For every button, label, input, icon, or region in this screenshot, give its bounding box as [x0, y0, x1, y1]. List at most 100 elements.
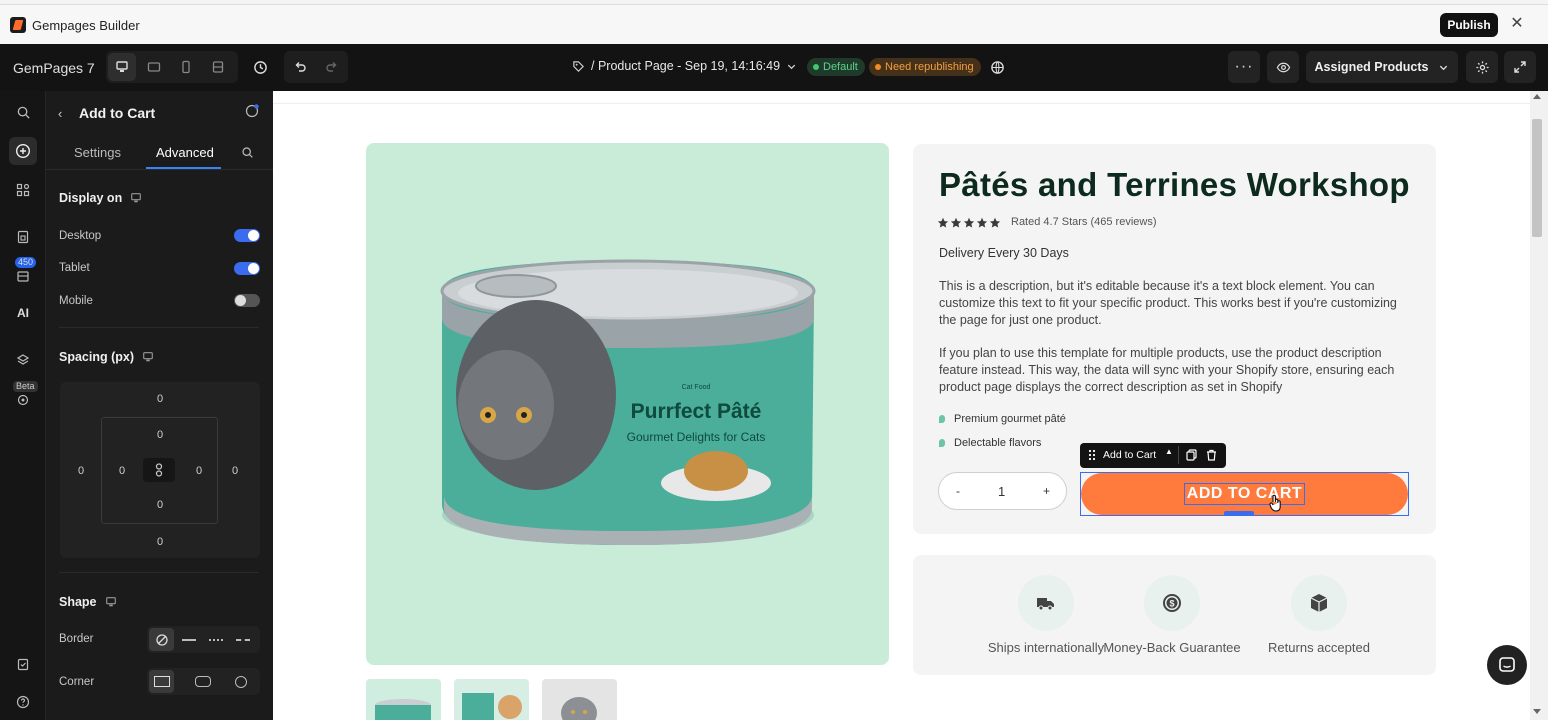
close-window-icon[interactable]: ✕ — [1509, 16, 1525, 32]
quantity-increase-button[interactable]: + — [1043, 484, 1050, 498]
product-title[interactable]: Pâtés and Terrines Workshop — [939, 166, 1410, 204]
tab-settings[interactable]: Settings — [74, 145, 121, 160]
delivery-text: Delivery Every 30 Days — [939, 246, 1069, 260]
help-circle-icon[interactable] — [245, 104, 259, 118]
app-title: Gempages Builder — [32, 18, 140, 33]
ellipsis-icon: ··· — [1234, 58, 1254, 75]
chevron-down-icon — [787, 64, 796, 69]
duplicate-icon[interactable] — [1186, 449, 1197, 461]
corner-style-selector — [147, 668, 260, 695]
tab-advanced[interactable]: Advanced — [156, 145, 214, 160]
preview-button[interactable] — [1267, 51, 1299, 83]
cat-food-can-image: Purrfect Pâté Gourmet Delights for Cats … — [440, 259, 816, 545]
more-options-button[interactable]: ··· — [1228, 51, 1260, 83]
trust-badge: Ships internationally — [976, 575, 1116, 655]
desktop-view-icon[interactable] — [108, 53, 136, 81]
chat-launcher-button[interactable] — [1487, 645, 1527, 685]
section-display-on: Display on — [59, 191, 142, 205]
margin-right-input[interactable]: 0 — [225, 465, 245, 477]
device-switcher — [106, 51, 238, 83]
padding-bottom-input[interactable]: 0 — [150, 499, 170, 511]
search-icon[interactable] — [9, 98, 37, 126]
caret-up-icon[interactable]: ▲ — [1165, 447, 1173, 456]
border-dotted-icon[interactable] — [203, 628, 228, 651]
layers-icon[interactable] — [9, 346, 37, 374]
settings-panel: ‹ Add to Cart Settings Advanced Display … — [46, 91, 273, 720]
quantity-decrease-button[interactable]: - — [956, 484, 960, 498]
mobile-toggle[interactable] — [234, 294, 260, 307]
can-brand-title: Purrfect Pâté — [631, 400, 762, 423]
trust-badge-label: Returns accepted — [1268, 640, 1370, 655]
redo-icon[interactable] — [318, 53, 346, 81]
hand-cursor-icon — [1269, 494, 1283, 512]
page-selector[interactable]: / Product Page - Sep 19, 14:16:49 — [572, 59, 797, 73]
border-none-icon[interactable] — [149, 628, 174, 651]
border-solid-icon[interactable] — [176, 628, 201, 651]
link-spacing-button[interactable] — [143, 458, 175, 482]
product-image[interactable]: Purrfect Pâté Gourmet Delights for Cats … — [366, 143, 889, 665]
assigned-products-dropdown[interactable]: Assigned Products — [1306, 51, 1458, 83]
monitor-icon — [143, 352, 153, 362]
status-badge-republish: Need republishing — [869, 58, 981, 76]
back-arrow-icon[interactable]: ‹ — [58, 106, 62, 121]
rating-stars — [937, 217, 1001, 229]
corner-circle-icon[interactable] — [228, 670, 253, 693]
chevron-down-icon — [1440, 65, 1448, 70]
scroll-down-icon[interactable] — [1533, 709, 1541, 714]
responsive-view-icon[interactable] — [204, 53, 232, 81]
drag-handle-icon[interactable] — [1088, 449, 1096, 461]
margin-top-input[interactable]: 0 — [150, 393, 170, 405]
thumbnail-1[interactable] — [366, 679, 441, 720]
chat-icon — [1499, 657, 1515, 672]
globe-language-icon[interactable] — [983, 53, 1011, 81]
section-spacing: Spacing (px) — [59, 350, 154, 364]
resize-handle[interactable] — [1224, 511, 1254, 516]
corner-square-icon[interactable] — [149, 670, 174, 693]
description-paragraph-1: This is a description, but it's editable… — [939, 279, 1397, 327]
corner-label: Corner — [59, 676, 95, 688]
tablet-label: Tablet — [59, 262, 90, 274]
bullet-icon — [939, 439, 945, 447]
margin-left-input[interactable]: 0 — [71, 465, 91, 477]
can-brand-label: Cat Food — [682, 384, 711, 391]
section-shape: Shape — [59, 595, 117, 609]
corner-rounded-icon[interactable] — [190, 670, 215, 693]
tablet-toggle[interactable] — [234, 262, 260, 275]
canvas-scrollbar[interactable] — [1530, 91, 1548, 720]
library-icon[interactable] — [9, 262, 37, 290]
padding-right-input[interactable]: 0 — [189, 465, 209, 477]
thumbnail-2[interactable] — [454, 679, 529, 720]
scrollbar-thumb[interactable] — [1532, 119, 1542, 237]
padding-top-input[interactable]: 0 — [150, 429, 170, 441]
search-icon[interactable] — [241, 146, 254, 159]
add-to-cart-label: ADD TO CART — [1183, 483, 1306, 505]
mobile-view-icon[interactable] — [172, 53, 200, 81]
add-to-cart-button[interactable]: ADD TO CART — [1081, 473, 1408, 515]
publish-button[interactable]: Publish — [1440, 13, 1498, 37]
pages-icon[interactable] — [9, 223, 37, 251]
box-icon — [1291, 575, 1347, 631]
settings-button[interactable] — [1466, 51, 1498, 83]
clipboard-check-icon[interactable] — [9, 650, 37, 678]
quantity-value[interactable]: 1 — [998, 484, 1005, 499]
element-toolbar-label[interactable]: Add to Cart — [1103, 449, 1156, 461]
undo-icon[interactable] — [286, 53, 314, 81]
padding-left-input[interactable]: 0 — [112, 465, 132, 477]
ai-icon[interactable]: AI — [9, 299, 37, 327]
panel-title: Add to Cart — [79, 105, 156, 121]
add-element-icon[interactable] — [9, 137, 37, 165]
target-icon[interactable] — [9, 386, 37, 414]
page-path: / Product Page - Sep 19, 14:16:49 — [591, 59, 781, 73]
margin-bottom-input[interactable]: 0 — [150, 536, 170, 548]
trash-icon[interactable] — [1206, 449, 1217, 461]
tablet-landscape-view-icon[interactable] — [140, 53, 168, 81]
border-label: Border — [59, 633, 94, 645]
border-dashed-icon[interactable] — [230, 628, 255, 651]
desktop-toggle[interactable] — [234, 229, 260, 242]
help-icon[interactable] — [9, 688, 37, 716]
history-icon[interactable] — [246, 53, 274, 81]
apps-icon[interactable] — [9, 176, 37, 204]
scroll-up-icon[interactable] — [1533, 94, 1541, 99]
thumbnail-3[interactable] — [542, 679, 617, 720]
fullscreen-button[interactable] — [1504, 51, 1536, 83]
